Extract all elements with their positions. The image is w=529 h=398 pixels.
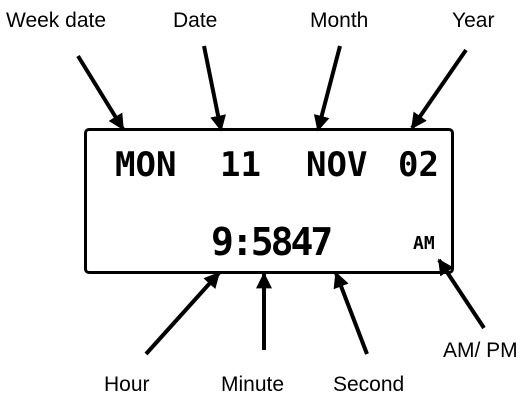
arrow-date xyxy=(202,45,226,132)
label-minute: Minute xyxy=(221,373,285,396)
label-ampm: AM/ PM xyxy=(443,339,518,362)
arrow-ampm xyxy=(437,258,486,330)
arrow-year xyxy=(410,48,468,130)
label-hour: Hour xyxy=(104,373,150,396)
arrow-month xyxy=(313,45,342,132)
label-second: Second xyxy=(333,373,405,396)
arrow-hour xyxy=(144,271,221,356)
arrow-second xyxy=(333,271,369,355)
arrow-week-date xyxy=(76,54,125,131)
